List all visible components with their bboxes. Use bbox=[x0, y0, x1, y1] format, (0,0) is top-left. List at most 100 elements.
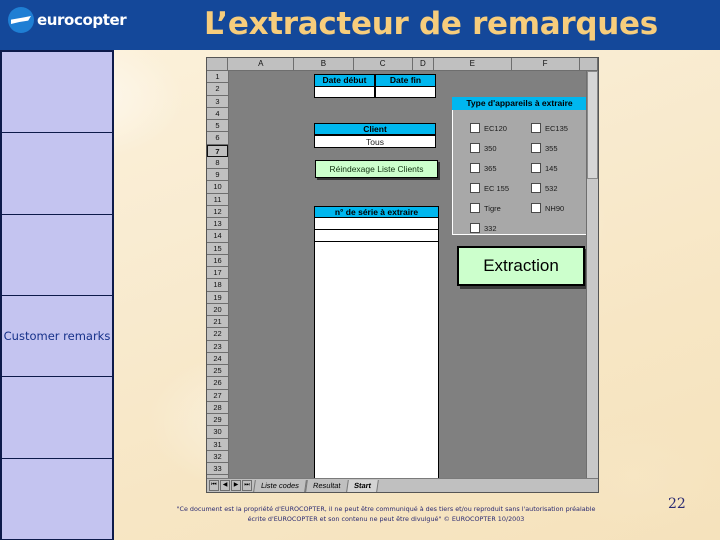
checkbox-box-icon[interactable] bbox=[470, 223, 480, 233]
checkbox-box-icon[interactable] bbox=[470, 203, 480, 213]
row-header[interactable]: 13 bbox=[207, 218, 228, 231]
row-header[interactable]: 20 bbox=[207, 303, 228, 316]
sidebar-item-2[interactable] bbox=[0, 132, 114, 215]
row-header[interactable]: 19 bbox=[207, 291, 228, 304]
checkbox-ec155[interactable]: EC 155 bbox=[460, 178, 521, 198]
row-header[interactable]: 27 bbox=[207, 389, 228, 402]
checkbox-nh90[interactable]: NH90 bbox=[521, 198, 582, 218]
row-header[interactable]: 22 bbox=[207, 328, 228, 341]
row-header[interactable]: 6 bbox=[207, 132, 228, 145]
client-label: Client bbox=[314, 123, 436, 135]
aircraft-type-checkbox-grid: EC120 EC135 350 355 365 145 EC 155 532 T… bbox=[460, 118, 582, 238]
extraction-button[interactable]: Extraction bbox=[457, 246, 585, 286]
sidebar-item-6[interactable] bbox=[0, 457, 114, 540]
sheet-tab-liste-codes[interactable]: Liste codes bbox=[253, 479, 307, 492]
checkbox-332[interactable]: 332 bbox=[460, 218, 521, 238]
row-header[interactable]: 21 bbox=[207, 316, 228, 329]
row-header[interactable]: 3 bbox=[207, 95, 228, 108]
prev-sheet-icon[interactable]: ◀ bbox=[220, 480, 230, 491]
checkbox-365[interactable]: 365 bbox=[460, 158, 521, 178]
checkbox-box-icon[interactable] bbox=[531, 183, 541, 193]
checkbox-label: 350 bbox=[484, 143, 497, 153]
row-header[interactable]: 28 bbox=[207, 401, 228, 414]
serial-number-input[interactable] bbox=[315, 218, 438, 231]
row-header[interactable]: 8 bbox=[207, 156, 228, 169]
row-header[interactable]: 29 bbox=[207, 414, 228, 427]
checkbox-label: 332 bbox=[484, 223, 497, 233]
row-header[interactable]: 18 bbox=[207, 279, 228, 292]
row-header[interactable]: 1 bbox=[207, 71, 228, 84]
checkbox-145[interactable]: 145 bbox=[521, 158, 582, 178]
checkbox-ec120[interactable]: EC120 bbox=[460, 118, 521, 138]
serial-number-label: n° de série à extraire bbox=[314, 206, 439, 218]
checkbox-box-icon[interactable] bbox=[470, 163, 480, 173]
checkbox-box-icon[interactable] bbox=[531, 143, 541, 153]
row-header[interactable]: 16 bbox=[207, 254, 228, 267]
checkbox-box-icon[interactable] bbox=[531, 163, 541, 173]
row-header[interactable]: 9 bbox=[207, 169, 228, 182]
column-header-a[interactable]: A bbox=[228, 58, 295, 70]
date-fin-input[interactable] bbox=[375, 86, 436, 98]
column-header-b[interactable]: B bbox=[294, 58, 354, 70]
serial-number-area[interactable] bbox=[315, 242, 438, 492]
row-header[interactable]: 4 bbox=[207, 107, 228, 120]
row-header[interactable]: 2 bbox=[207, 83, 228, 96]
row-header[interactable]: 10 bbox=[207, 181, 228, 194]
client-value[interactable]: Tous bbox=[314, 135, 436, 148]
column-header-d[interactable]: D bbox=[412, 58, 435, 70]
page-title: L’extracteur de remarques bbox=[204, 6, 658, 42]
worksheet-grid[interactable]: Date début Date fin Client Tous Réindexa… bbox=[229, 71, 598, 492]
checkbox-box-icon[interactable] bbox=[470, 183, 480, 193]
first-sheet-icon[interactable]: ⏮ bbox=[209, 480, 219, 491]
slide-root: eurocopter L’extracteur de remarques Cus… bbox=[0, 0, 720, 540]
checkbox-label: EC120 bbox=[484, 123, 507, 133]
checkbox-box-icon[interactable] bbox=[531, 203, 541, 213]
checkbox-350[interactable]: 350 bbox=[460, 138, 521, 158]
checkbox-355[interactable]: 355 bbox=[521, 138, 582, 158]
excel-screenshot: A B C D E F 1 2 3 4 5 6 7 8 9 10 11 12 1… bbox=[206, 57, 599, 493]
row-header-selected[interactable]: 7 bbox=[207, 144, 228, 157]
checkbox-ec135[interactable]: EC135 bbox=[521, 118, 582, 138]
sidebar-item-3[interactable] bbox=[0, 213, 114, 296]
sidebar-item-5[interactable] bbox=[0, 376, 114, 459]
brand-name: eurocopter bbox=[37, 11, 127, 29]
row-header[interactable]: 17 bbox=[207, 267, 228, 280]
checkbox-box-icon[interactable] bbox=[470, 123, 480, 133]
column-header-g[interactable] bbox=[579, 58, 598, 70]
row-header[interactable]: 24 bbox=[207, 352, 228, 365]
checkbox-box-icon[interactable] bbox=[470, 143, 480, 153]
last-sheet-icon[interactable]: ⏭ bbox=[242, 480, 252, 491]
copyright-footer: "Ce document est la propriété d'EUROCOPT… bbox=[140, 504, 632, 524]
row-header[interactable]: 11 bbox=[207, 193, 228, 206]
date-debut-input[interactable] bbox=[314, 86, 375, 98]
checkbox-tigre[interactable]: Tigre bbox=[460, 198, 521, 218]
row-header[interactable]: 15 bbox=[207, 242, 228, 255]
row-header[interactable]: 23 bbox=[207, 340, 228, 353]
reindex-client-list-button[interactable]: Réindexage Liste Clients bbox=[315, 160, 438, 178]
row-header[interactable]: 32 bbox=[207, 450, 228, 463]
row-header[interactable]: 25 bbox=[207, 365, 228, 378]
column-header-c[interactable]: C bbox=[353, 58, 413, 70]
serial-number-input[interactable] bbox=[315, 230, 438, 243]
sheet-tab-start[interactable]: Start bbox=[346, 479, 380, 492]
checkbox-box-icon[interactable] bbox=[531, 123, 541, 133]
scrollbar-thumb[interactable] bbox=[587, 71, 598, 179]
row-header[interactable]: 26 bbox=[207, 377, 228, 390]
row-header[interactable]: 14 bbox=[207, 230, 228, 243]
column-header-e[interactable]: E bbox=[434, 58, 512, 70]
vertical-scrollbar[interactable] bbox=[586, 71, 598, 478]
row-header[interactable]: 33 bbox=[207, 463, 228, 476]
column-header-f[interactable]: F bbox=[511, 58, 580, 70]
sidebar-item-customer-remarks[interactable]: Customer remarks bbox=[0, 294, 114, 378]
sidebar-item-1[interactable] bbox=[0, 50, 114, 134]
row-header[interactable]: 12 bbox=[207, 205, 228, 218]
select-all-corner[interactable] bbox=[207, 58, 229, 70]
row-header[interactable]: 5 bbox=[207, 120, 228, 133]
row-header[interactable]: 30 bbox=[207, 426, 228, 439]
aircraft-type-panel-title: Type d'appareils à extraire bbox=[452, 97, 587, 110]
eurocopter-logo-icon bbox=[8, 7, 34, 33]
next-sheet-icon[interactable]: ▶ bbox=[231, 480, 241, 491]
checkbox-532[interactable]: 532 bbox=[521, 178, 582, 198]
sheet-tab-resultat[interactable]: Resultat bbox=[305, 479, 349, 492]
row-header[interactable]: 31 bbox=[207, 438, 228, 451]
